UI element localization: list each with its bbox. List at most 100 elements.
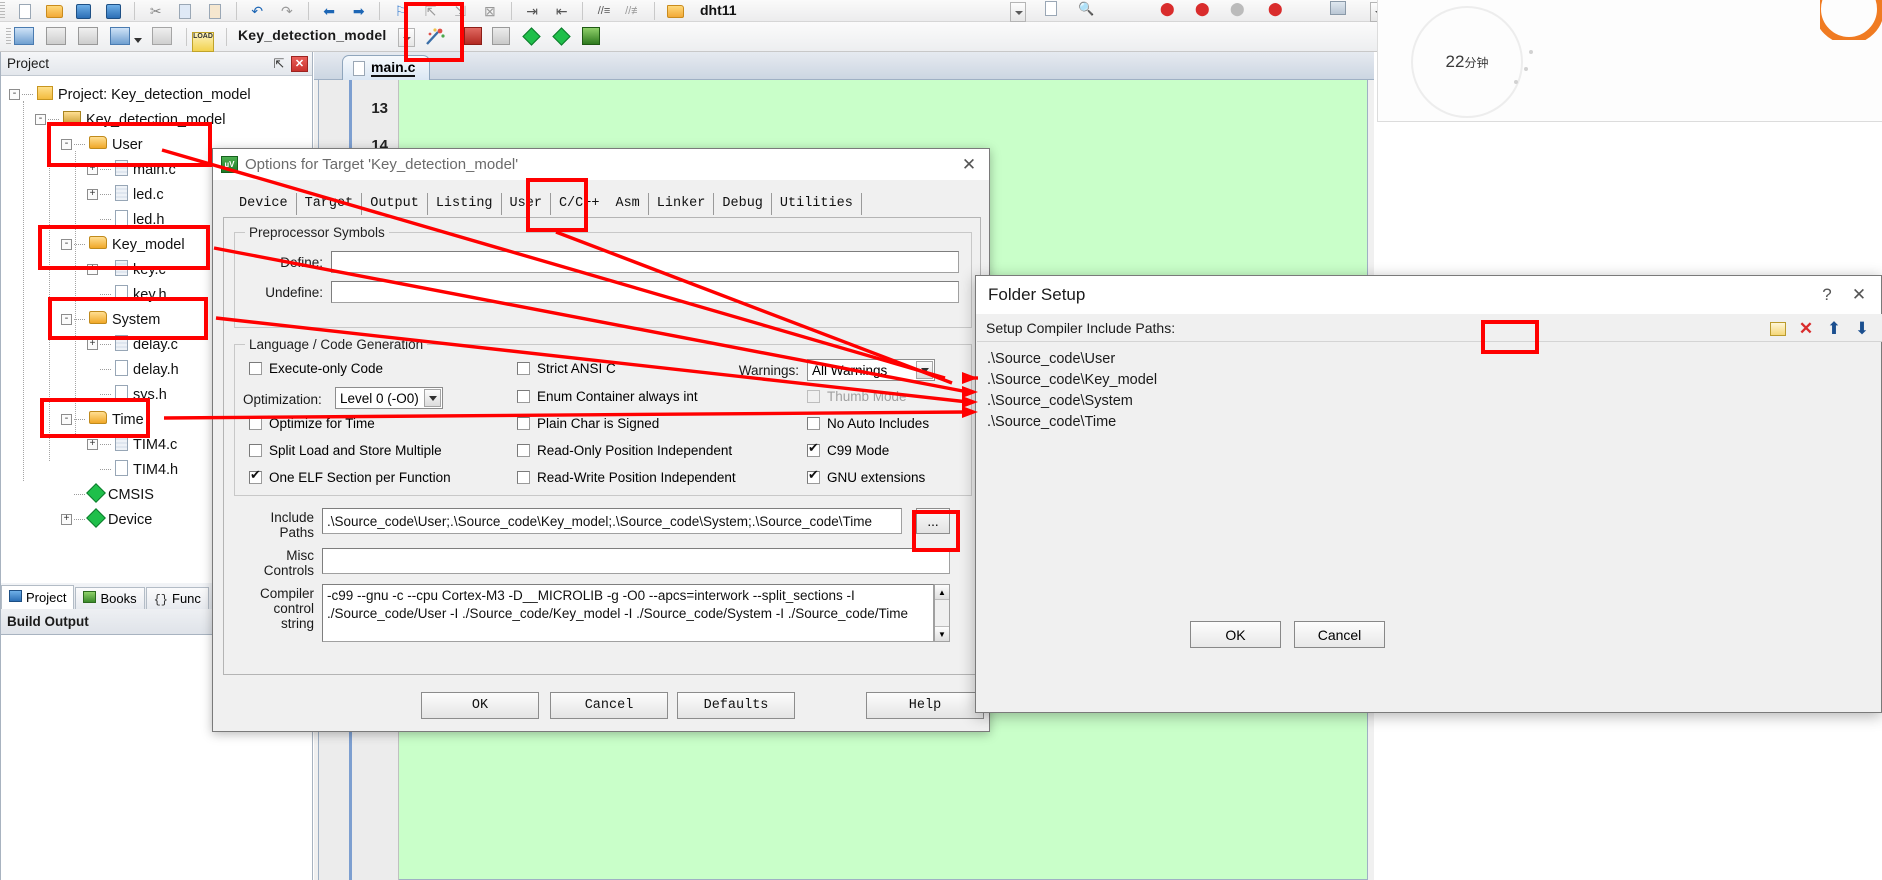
- checkbox-strict-ansi-c[interactable]: Strict ANSI C: [517, 361, 616, 376]
- expand-icon[interactable]: +: [87, 439, 98, 450]
- compiler-control-string-textarea[interactable]: -c99 --gnu -c --cpu Cortex-M3 -D__MICROL…: [322, 584, 934, 642]
- find-in-files-icon[interactable]: 🔍: [1078, 1, 1096, 19]
- options-tab-target[interactable]: Target: [296, 193, 363, 215]
- checkbox-one-elf-section-per-function[interactable]: One ELF Section per Function: [249, 468, 451, 485]
- clear-bookmarks-icon[interactable]: ⊠: [477, 0, 503, 22]
- checkbox-optimize-for-time[interactable]: Optimize for Time: [249, 416, 375, 431]
- environment-icon[interactable]: [582, 27, 600, 48]
- options-tab-listing[interactable]: Listing: [427, 193, 502, 215]
- include-paths-browse-button[interactable]: ...: [916, 508, 950, 534]
- scroll-down-icon[interactable]: ▼: [935, 626, 949, 641]
- indent-icon[interactable]: ⇥: [519, 0, 545, 22]
- checkbox-read-write-position-independent[interactable]: Read-Write Position Independent: [517, 470, 736, 485]
- options-tab-output[interactable]: Output: [362, 193, 428, 215]
- cmsis-pack-icon[interactable]: [522, 27, 541, 49]
- panel-tab-project[interactable]: Project: [1, 585, 75, 609]
- bookmark-red2-icon[interactable]: ⬤: [1195, 1, 1213, 19]
- move-down-icon[interactable]: ⬇: [1849, 318, 1875, 340]
- expand-icon[interactable]: +: [87, 189, 98, 200]
- move-up-icon[interactable]: ⬆: [1821, 318, 1847, 340]
- expand-icon[interactable]: +: [87, 339, 98, 350]
- save-all-icon[interactable]: [101, 0, 127, 22]
- close-icon[interactable]: ✕: [1843, 281, 1875, 309]
- expand-icon[interactable]: +: [87, 264, 98, 275]
- options-defaults-button[interactable]: Defaults: [677, 692, 795, 719]
- collapse-icon[interactable]: -: [61, 314, 72, 325]
- open-folder-icon[interactable]: [41, 0, 67, 22]
- checkbox-no-auto-includes[interactable]: No Auto Includes: [807, 416, 929, 431]
- pin-icon[interactable]: ⇱: [271, 56, 287, 72]
- panel-tab-func[interactable]: {} Func: [145, 587, 209, 609]
- tree-node[interactable]: - Key_detection_model: [9, 107, 312, 132]
- redo-icon[interactable]: ↷: [274, 0, 300, 22]
- options-tab-bar[interactable]: Device Target Output Listing User C/C++ Asm Lin…: [231, 189, 989, 215]
- optimization-dropdown[interactable]: Level 0 (-O0): [335, 387, 443, 409]
- expand-icon[interactable]: +: [87, 164, 98, 175]
- include-path-row[interactable]: .\Source_code\System: [985, 390, 1865, 411]
- paste-icon[interactable]: [202, 0, 228, 22]
- cut-icon[interactable]: ✂: [143, 0, 169, 22]
- panel-tab-books[interactable]: Books: [75, 587, 145, 609]
- folder-setup-ok-button[interactable]: OK: [1190, 621, 1281, 648]
- tab-main-c[interactable]: main.c: [342, 55, 431, 80]
- prev-bookmark-icon[interactable]: ⇱: [418, 0, 444, 22]
- options-tab-linker[interactable]: Linker: [648, 193, 715, 215]
- close-icon[interactable]: ✕: [953, 151, 985, 179]
- include-paths-list[interactable]: .\Source_code\User .\Source_code\Key_mode…: [985, 348, 1865, 638]
- breakpoint-icon[interactable]: ⬤: [1268, 1, 1286, 19]
- collapse-icon[interactable]: -: [35, 114, 46, 125]
- nav-forward-icon[interactable]: ➡: [346, 0, 372, 22]
- collapse-icon[interactable]: -: [9, 89, 20, 100]
- collapse-icon[interactable]: -: [61, 414, 72, 425]
- open-file-folder-icon[interactable]: [663, 0, 689, 22]
- insert-file-icon[interactable]: [1045, 1, 1057, 19]
- insert-bookmark-icon[interactable]: ⚐: [388, 0, 414, 22]
- undefine-input[interactable]: [331, 281, 959, 303]
- scroll-up-icon[interactable]: ▲: [935, 585, 949, 600]
- download-icon[interactable]: LOAD: [192, 26, 214, 52]
- folder-setup-cancel-button[interactable]: Cancel: [1294, 621, 1385, 648]
- include-path-row[interactable]: .\Source_code\Time: [985, 411, 1865, 432]
- options-tab-c-c-[interactable]: C/C++: [550, 193, 608, 215]
- tree-node[interactable]: - Project: Key_detection_model: [9, 82, 312, 107]
- chevron-down-icon[interactable]: [424, 389, 441, 407]
- undo-icon[interactable]: ↶: [244, 0, 270, 22]
- checkbox-enum-container-always-int[interactable]: Enum Container always int: [517, 389, 698, 404]
- question-mark-icon[interactable]: ?: [1811, 281, 1843, 309]
- translate-icon[interactable]: [14, 27, 34, 48]
- options-cancel-button[interactable]: Cancel: [550, 692, 668, 719]
- chevron-down-icon[interactable]: [916, 361, 933, 379]
- collapse-icon[interactable]: -: [61, 239, 72, 250]
- stop-build-icon[interactable]: [152, 27, 172, 48]
- pack-installer-icon[interactable]: [552, 27, 571, 49]
- save-icon[interactable]: [71, 0, 97, 22]
- toolbar-grip-2[interactable]: [6, 28, 11, 46]
- delete-path-icon[interactable]: ✕: [1793, 318, 1819, 340]
- target-dropdown-arrow[interactable]: [398, 28, 415, 47]
- outdent-icon[interactable]: ⇤: [549, 0, 575, 22]
- debug-window-icon[interactable]: [1330, 1, 1346, 18]
- options-tab-device[interactable]: Device: [231, 193, 297, 215]
- toolbar-grip[interactable]: [0, 2, 5, 20]
- checkbox-execute-only-code[interactable]: Execute-only Code: [249, 361, 383, 376]
- options-tab-asm[interactable]: Asm: [607, 193, 649, 215]
- include-paths-input[interactable]: .\Source_code\User;.\Source_code\Key_mod…: [322, 508, 902, 534]
- uncomment-icon[interactable]: //≢: [621, 0, 647, 22]
- target-options-icon[interactable]: [424, 27, 446, 50]
- copy-icon[interactable]: [172, 0, 198, 22]
- next-bookmark-icon[interactable]: ⇲: [447, 0, 473, 22]
- build-icon[interactable]: [46, 27, 66, 48]
- manage-project-icon[interactable]: [464, 27, 482, 48]
- checkbox-gnu-extensions[interactable]: GNU extensions: [807, 468, 925, 485]
- define-input[interactable]: [331, 251, 959, 273]
- compiler-string-scrollbar[interactable]: ▲ ▼: [934, 584, 950, 642]
- close-icon[interactable]: ✕: [291, 55, 308, 72]
- options-help-button[interactable]: Help: [866, 692, 984, 719]
- new-file-icon[interactable]: [12, 0, 38, 22]
- bookmark-gray-icon[interactable]: ⬤: [1230, 1, 1248, 19]
- multi-project-icon[interactable]: [492, 27, 510, 48]
- batch-build-icon[interactable]: [110, 27, 130, 48]
- nav-back-icon[interactable]: ⬅: [316, 0, 342, 22]
- checkbox-read-only-position-independent[interactable]: Read-Only Position Independent: [517, 443, 732, 458]
- options-tab-user[interactable]: User: [501, 193, 551, 215]
